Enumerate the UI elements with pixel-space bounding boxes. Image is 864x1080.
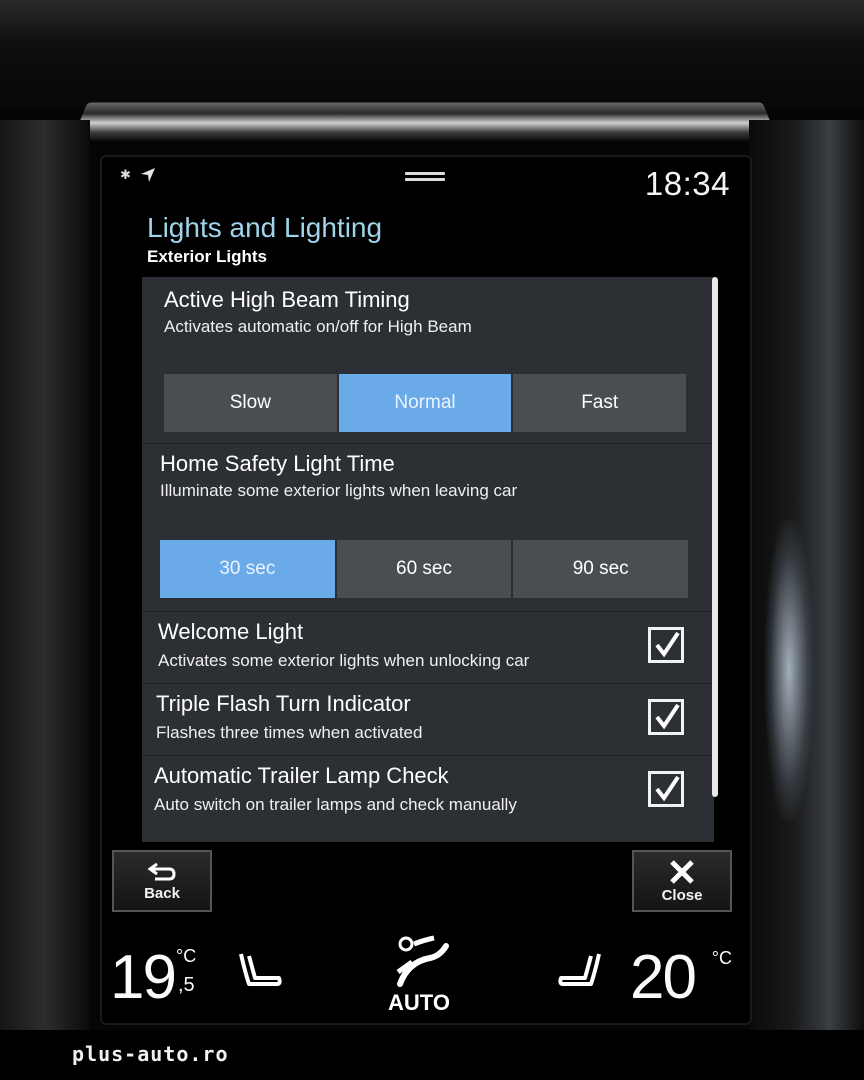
page-subtitle: Exterior Lights — [147, 247, 267, 266]
seat-heat-left-icon[interactable] — [235, 950, 283, 994]
checkmark-icon — [655, 631, 680, 658]
status-bar: ✱ 18:34 — [102, 157, 750, 207]
setting-trailer-lamp-check[interactable]: Automatic Trailer Lamp Check Auto switch… — [142, 755, 714, 827]
setting-title: Triple Flash Turn Indicator — [156, 691, 411, 716]
option-slow[interactable]: Slow — [164, 374, 339, 432]
checkmark-icon — [655, 703, 680, 730]
navigation-arrow-icon — [141, 168, 155, 182]
setting-title: Automatic Trailer Lamp Check — [154, 763, 449, 788]
climate-auto-label[interactable]: AUTO — [388, 990, 450, 1016]
option-90-sec[interactable]: 90 sec — [513, 540, 689, 598]
driver-temperature-decimal: ,5 — [178, 974, 195, 996]
chrome-bezel — [72, 102, 778, 141]
climate-bar: 19 °C ,5 AUTO 20 °C — [102, 932, 750, 1023]
back-arrow-icon — [147, 862, 176, 880]
trailer-lamp-checkbox[interactable] — [648, 771, 684, 807]
setting-description: Flashes three times when activated — [156, 723, 423, 742]
clock: 18:34 — [644, 165, 730, 202]
fan-airflow-icon[interactable] — [390, 932, 450, 990]
close-button[interactable]: Close — [632, 850, 732, 912]
checkmark-icon — [655, 775, 680, 802]
pull-down-handle-icon[interactable] — [405, 172, 445, 182]
page-title: Lights and Lighting — [147, 212, 383, 243]
close-icon — [670, 859, 694, 884]
option-normal[interactable]: Normal — [338, 374, 514, 432]
close-label: Close — [661, 886, 703, 904]
passenger-temperature-unit: °C — [711, 948, 732, 968]
divider — [142, 443, 714, 444]
watermark-text: plus-auto.ro — [72, 1042, 229, 1066]
home-safety-time-selector: 30 sec 60 sec 90 sec — [160, 540, 689, 598]
infotainment-screen: ✱ 18:34 Lights and Lighting Exterior Lig… — [100, 155, 752, 1025]
setting-description: Illuminate some exterior lights when lea… — [160, 481, 518, 500]
left-trim — [0, 120, 90, 1050]
option-30-sec[interactable]: 30 sec — [160, 540, 337, 598]
option-60-sec[interactable]: 60 sec — [336, 540, 514, 598]
watermark-bar: plus-auto.ro — [0, 1030, 864, 1080]
light-reflection — [765, 520, 813, 820]
triple-flash-checkbox[interactable] — [648, 699, 684, 735]
scrollbar[interactable] — [712, 277, 718, 797]
setting-description: Activates automatic on/off for High Beam — [164, 317, 472, 336]
driver-temperature[interactable]: 19 — [110, 942, 177, 1013]
option-fast[interactable]: Fast — [513, 374, 687, 432]
dashboard-top-trim — [0, 0, 864, 110]
setting-title: Welcome Light — [158, 619, 304, 644]
setting-title: Active High Beam Timing — [164, 287, 410, 312]
setting-welcome-light[interactable]: Welcome Light Activates some exterior li… — [142, 611, 714, 683]
setting-description: Activates some exterior lights when unlo… — [158, 651, 530, 670]
setting-title: Home Safety Light Time — [160, 451, 395, 476]
back-button[interactable]: Back — [112, 850, 212, 912]
bluetooth-icon: ✱ — [120, 167, 131, 182]
seat-heat-right-icon[interactable] — [557, 950, 605, 994]
setting-description: Auto switch on trailer lamps and check m… — [154, 795, 517, 814]
passenger-temperature[interactable]: 20 — [630, 942, 697, 1013]
back-label: Back — [144, 884, 180, 902]
driver-temperature-unit: °C — [176, 946, 197, 966]
settings-panel: Active High Beam Timing Activates automa… — [142, 277, 714, 842]
setting-triple-flash[interactable]: Triple Flash Turn Indicator Flashes thre… — [142, 683, 714, 755]
high-beam-timing-selector: Slow Normal Fast — [164, 374, 687, 432]
welcome-light-checkbox[interactable] — [648, 627, 684, 663]
